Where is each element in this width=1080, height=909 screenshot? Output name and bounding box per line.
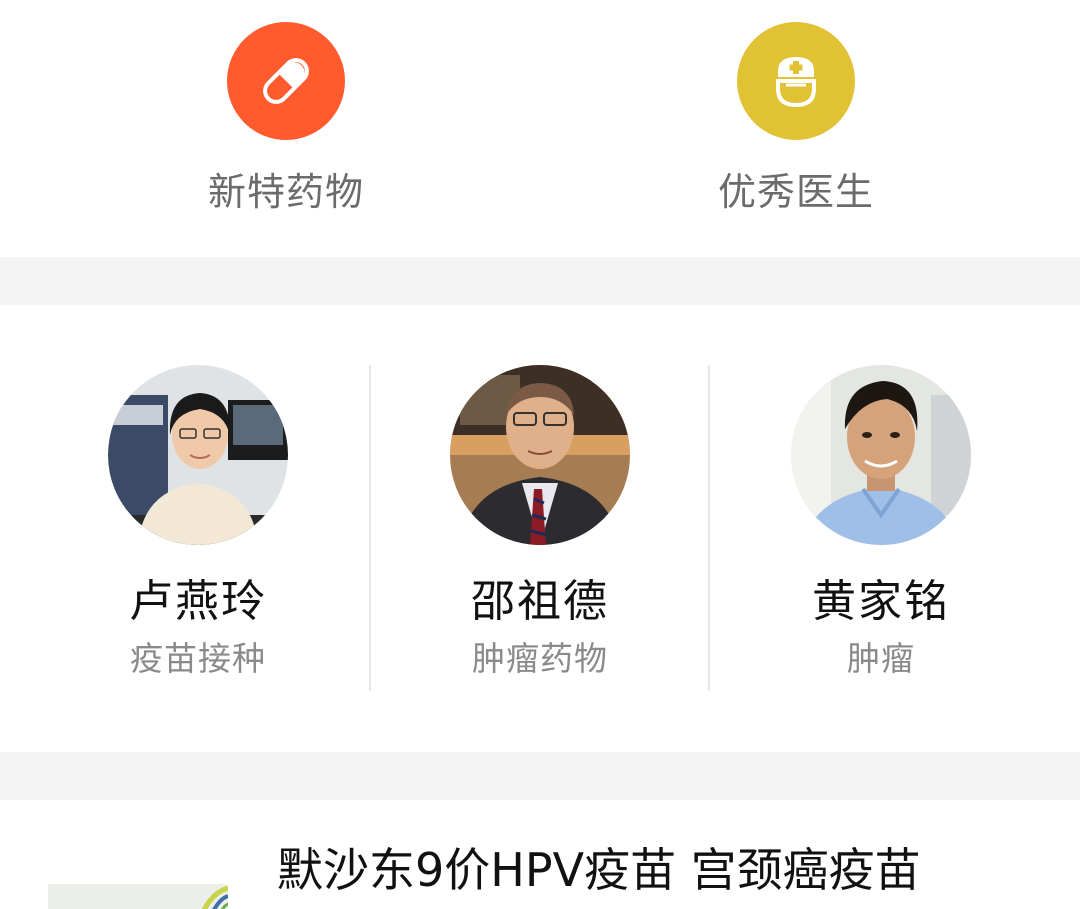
section-divider <box>0 752 1080 800</box>
category-label: 新特药物 <box>207 170 364 214</box>
doctor-specialty: 肿瘤 <box>847 639 915 678</box>
category-new-drugs[interactable]: 新特药物 <box>166 22 406 214</box>
avatar <box>791 365 971 545</box>
pill-icon <box>227 22 345 140</box>
category-section: 新特药物 优秀医生 <box>0 0 1080 257</box>
doctor-card[interactable]: 卢燕玲 疫苗接种 <box>28 365 368 679</box>
avatar <box>108 365 288 545</box>
category-top-doctors[interactable]: 优秀医生 <box>676 22 916 214</box>
article-thumbnail <box>48 884 228 909</box>
doctor-name: 邵祖德 <box>471 576 609 627</box>
doctor-icon <box>737 22 855 140</box>
category-label: 优秀医生 <box>717 170 874 214</box>
doctor-specialty: 肿瘤药物 <box>472 639 608 678</box>
doctor-name: 黄家铭 <box>812 576 950 627</box>
column-divider <box>708 365 710 691</box>
article-title: 默沙东9价HPV疫苗 宫颈癌疫苗 <box>277 843 921 897</box>
article-item[interactable]: 默沙东9价HPV疫苗 宫颈癌疫苗 <box>0 800 1080 909</box>
doctor-name: 卢燕玲 <box>129 576 267 627</box>
section-divider <box>0 257 1080 305</box>
doctor-list: 卢燕玲 疫苗接种 邵祖德 肿瘤药物 黄家铭 肿瘤 <box>0 305 1080 752</box>
doctor-card[interactable]: 黄家铭 肿瘤 <box>711 365 1051 679</box>
doctor-specialty: 疫苗接种 <box>130 639 266 678</box>
avatar <box>450 365 630 545</box>
doctor-card[interactable]: 邵祖德 肿瘤药物 <box>370 365 710 679</box>
